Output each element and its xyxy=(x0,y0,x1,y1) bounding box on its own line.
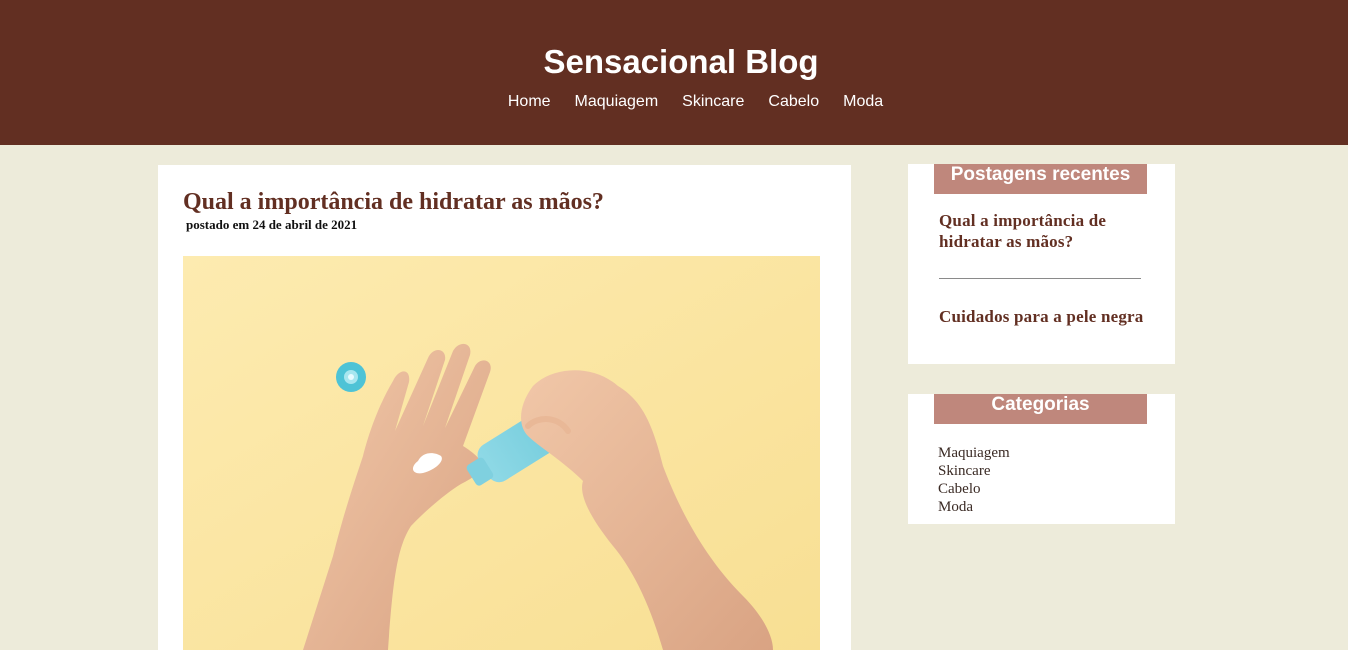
post-date: postado em 24 de abril de 2021 xyxy=(186,217,358,232)
recent-post-link[interactable]: Qual a importância de hidratar as mãos? xyxy=(939,210,1144,252)
nav-home[interactable]: Home xyxy=(508,93,551,111)
post-card: Qual a importância de hidratar as mãos? … xyxy=(158,165,851,650)
site-title[interactable]: Sensacional Blog xyxy=(0,43,1348,81)
nav-cabelo[interactable]: Cabelo xyxy=(768,93,819,111)
nav-maquiagem[interactable]: Maquiagem xyxy=(575,93,659,111)
category-link-moda[interactable]: Moda xyxy=(938,498,1010,516)
divider xyxy=(939,278,1141,279)
category-link-skincare[interactable]: Skincare xyxy=(938,462,1010,480)
categories-title: Categorias xyxy=(934,394,1147,424)
category-link-cabelo[interactable]: Cabelo xyxy=(938,480,1010,498)
site-header: Sensacional Blog Home Maquiagem Skincare… xyxy=(0,0,1348,145)
category-list: Maquiagem Skincare Cabelo Moda xyxy=(938,444,1010,516)
recent-posts-title: Postagens recentes xyxy=(934,164,1147,194)
category-link-maquiagem[interactable]: Maquiagem xyxy=(938,444,1010,462)
categories-widget: Categorias Maquiagem Skincare Cabelo Mod… xyxy=(908,394,1175,524)
nav-moda[interactable]: Moda xyxy=(843,93,883,111)
recent-post-link[interactable]: Cuidados para a pele negra xyxy=(939,306,1144,327)
post-title[interactable]: Qual a importância de hidratar as mãos? xyxy=(183,189,604,216)
recent-posts-widget: Postagens recentes Qual a importância de… xyxy=(908,164,1175,364)
post-image xyxy=(183,256,820,650)
nav-skincare[interactable]: Skincare xyxy=(682,93,744,111)
main-nav: Home Maquiagem Skincare Cabelo Moda xyxy=(0,93,1348,111)
